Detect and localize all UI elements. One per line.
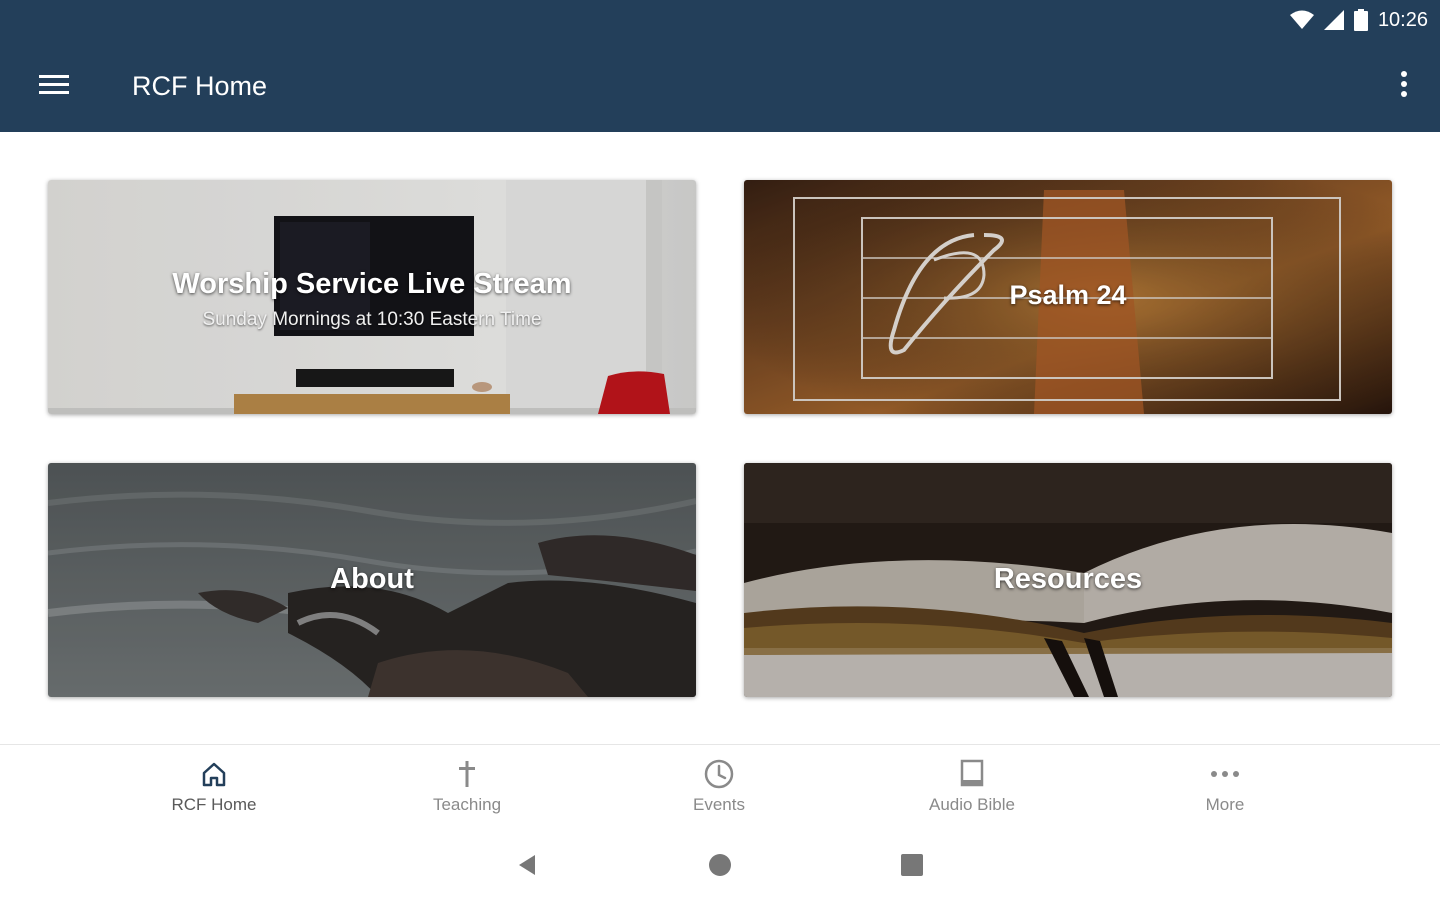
recents-square-icon [901, 854, 923, 876]
back-triangle-icon [519, 855, 535, 875]
card-title: Psalm 24 [1009, 280, 1127, 310]
nav-item-rcf-home[interactable]: RCF Home [124, 755, 304, 825]
menu-button[interactable] [36, 70, 72, 100]
card-title: Resources [993, 563, 1143, 595]
back-button[interactable] [512, 850, 542, 880]
system-navigation-bar [0, 828, 1440, 900]
status-bar: 10:26 [1289, 8, 1428, 32]
overflow-menu-button[interactable] [1396, 68, 1412, 102]
nav-item-audio-bible[interactable]: Audio Bible [882, 755, 1062, 825]
nav-label: More [1205, 795, 1245, 814]
nav-label: Audio Bible [928, 795, 1015, 814]
nav-label: Events [693, 795, 745, 814]
bottom-navigation: RCF Home Teaching Events Audio Bible Mor… [0, 744, 1440, 828]
card-worship-live-stream[interactable]: Worship Service Live Stream Sunday Morni… [48, 180, 696, 414]
book-icon [882, 755, 1062, 793]
card-resources[interactable]: Resources [744, 463, 1392, 697]
nav-label: Teaching [432, 795, 502, 814]
clock-icon [629, 755, 809, 793]
home-icon [124, 755, 304, 793]
home-circle-icon [709, 854, 731, 876]
page-title: RCF Home [132, 71, 268, 101]
card-text-group: Resources [744, 563, 1392, 596]
home-button[interactable] [705, 850, 735, 880]
card-text-group: Psalm 24 [744, 280, 1392, 311]
cell-signal-icon [1323, 10, 1344, 30]
card-text-group: About [48, 563, 696, 596]
app-bar: 10:26 RCF Home [0, 0, 1440, 132]
card-text-group: Worship Service Live Stream Sunday Morni… [48, 268, 696, 331]
card-about[interactable]: About [48, 463, 696, 697]
card-subtitle: Sunday Mornings at 10:30 Eastern Time [202, 309, 542, 330]
nav-item-events[interactable]: Events [629, 755, 809, 825]
card-psalm[interactable]: Psalm 24 [744, 180, 1392, 414]
more-horizontal-icon [1135, 755, 1315, 793]
cross-icon [377, 755, 557, 793]
hamburger-icon [39, 75, 69, 94]
recents-button[interactable] [897, 850, 927, 880]
card-title: Worship Service Live Stream [172, 268, 572, 300]
nav-label: RCF Home [171, 795, 257, 814]
more-vertical-icon [1401, 71, 1407, 97]
card-title: About [330, 563, 414, 595]
battery-icon [1353, 9, 1368, 31]
status-time: 10:26 [1377, 8, 1428, 31]
nav-item-teaching[interactable]: Teaching [377, 755, 557, 825]
nav-item-more[interactable]: More [1135, 755, 1315, 825]
wifi-icon [1289, 10, 1314, 30]
